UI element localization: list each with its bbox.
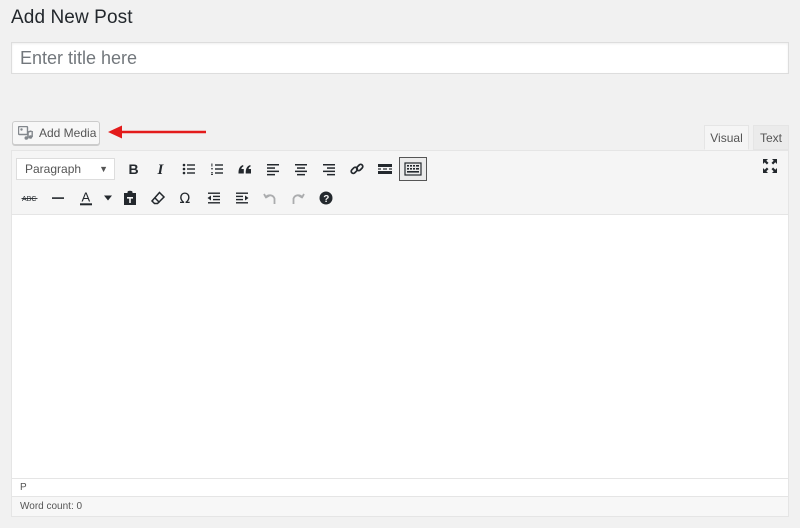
page-title: Add New Post [11,7,133,28]
post-editor: Paragraph ▼ B I ABC A Ω ? P Word count: … [11,150,789,517]
add-media-button[interactable]: Add Media [12,121,100,145]
toolbar-row-2: ABC A Ω ? [16,185,340,211]
redo-button[interactable] [284,186,312,210]
tab-text-label: Text [759,130,782,145]
clear-formatting-button[interactable] [144,186,172,210]
bulleted-list-icon [181,161,197,177]
tab-visual-label: Visual [710,130,743,145]
italic-button[interactable]: I [147,157,175,181]
svg-text:B: B [129,161,139,177]
format-select[interactable]: Paragraph ▼ [16,158,115,180]
increase-indent-button[interactable] [228,186,256,210]
editor-toolbar: Paragraph ▼ B I ABC A Ω ? [12,151,788,215]
format-select-value: Paragraph [25,162,82,176]
align-left-icon [265,161,281,177]
tab-visual[interactable]: Visual [704,125,749,150]
strikethrough-button[interactable]: ABC [16,186,44,210]
help-icon: ? [318,190,334,206]
svg-text:?: ? [323,194,329,205]
align-left-button[interactable] [259,157,287,181]
help-button[interactable]: ? [312,186,340,210]
italic-icon: I [153,161,169,177]
chevron-down-icon [103,194,113,202]
bold-button[interactable]: B [119,157,147,181]
svg-text:Ω: Ω [180,191,191,206]
bold-icon: B [125,161,141,177]
svg-text:A: A [82,190,91,205]
horizontal-line-button[interactable] [44,186,72,210]
fullscreen-button[interactable] [758,156,782,180]
fullscreen-icon [762,158,778,179]
svg-text:I: I [157,162,165,177]
horizontal-line-icon [50,190,66,206]
text-color-icon: A [78,190,94,206]
align-center-button[interactable] [287,157,315,181]
annotation-arrow [108,125,206,139]
editor-content-area[interactable] [12,216,788,478]
undo-button[interactable] [256,186,284,210]
blockquote-button[interactable] [231,157,259,181]
element-path[interactable]: P [12,478,788,496]
decrease-indent-button[interactable] [200,186,228,210]
svg-text:ABC: ABC [22,196,36,203]
read-more-icon [377,161,393,177]
add-media-icon [17,125,33,140]
numbered-list-button[interactable] [203,157,231,181]
special-character-icon: Ω [178,190,194,206]
text-color-button[interactable]: A [72,186,100,210]
special-character-button[interactable]: Ω [172,186,200,210]
toolbar-row-1: Paragraph ▼ B I [16,156,427,182]
status-bar: Word count: 0 [12,496,788,516]
toolbar-toggle-icon [404,162,422,176]
strikethrough-icon: ABC [21,191,39,205]
decrease-indent-icon [206,190,222,206]
word-count: Word count: 0 [20,501,83,512]
redo-icon [290,190,306,206]
blockquote-icon [237,161,253,177]
align-center-icon [293,161,309,177]
undo-icon [262,190,278,206]
insert-link-icon [349,161,365,177]
post-title-input[interactable] [11,42,789,74]
toolbar-toggle-button[interactable] [399,157,427,181]
align-right-button[interactable] [315,157,343,181]
increase-indent-icon [234,190,250,206]
paste-as-text-icon [122,190,138,206]
align-right-icon [321,161,337,177]
numbered-list-icon [209,161,225,177]
paste-as-text-button[interactable] [116,186,144,210]
text-color-dropdown[interactable] [100,186,116,210]
bulleted-list-button[interactable] [175,157,203,181]
insert-link-button[interactable] [343,157,371,181]
chevron-down-icon: ▼ [99,164,108,174]
tab-text[interactable]: Text [753,125,789,150]
element-path-tag[interactable]: P [20,482,27,493]
add-media-label: Add Media [39,126,97,140]
clear-formatting-icon [150,190,166,206]
read-more-button[interactable] [371,157,399,181]
